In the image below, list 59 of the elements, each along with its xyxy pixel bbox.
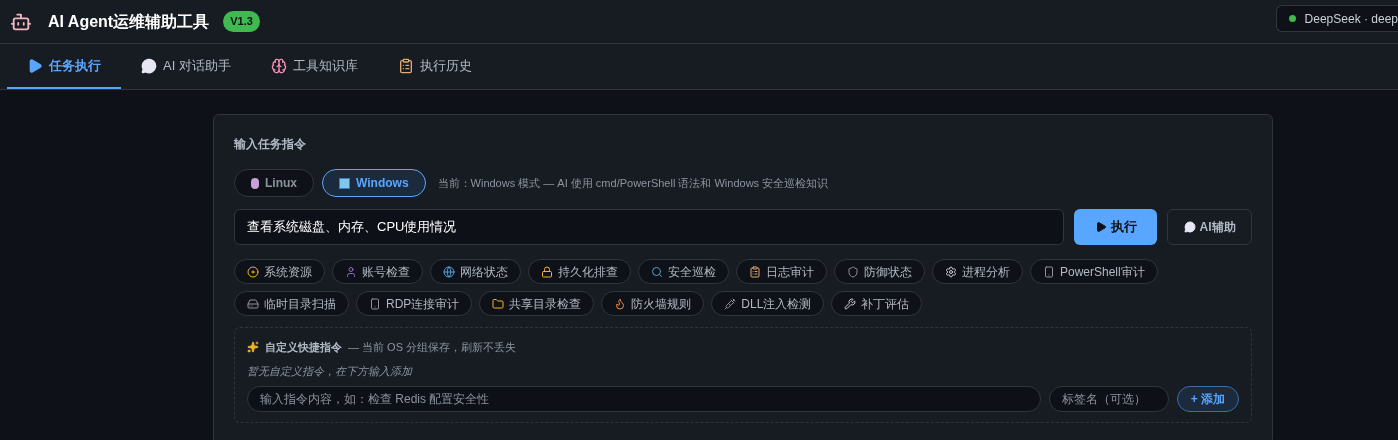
user-icon	[345, 265, 357, 278]
tag-name-input[interactable]: 标签名（可选）	[1049, 386, 1169, 412]
flame-icon	[614, 297, 627, 310]
model-name: DeepSeek · deep	[1304, 10, 1398, 28]
speech-bubble-icon	[141, 57, 157, 74]
command-input[interactable]: 查看系统磁盘、内存、CPU使用情况	[234, 209, 1064, 245]
tab[interactable]: 执行历史	[377, 44, 492, 89]
os-toggle[interactable]: Windows	[322, 169, 426, 197]
tab[interactable]: 任务执行	[7, 44, 121, 89]
wrench-icon	[844, 297, 857, 310]
brain-icon	[270, 57, 287, 74]
clipboard-icon	[749, 265, 761, 278]
os-toggle[interactable]: Linux	[234, 169, 314, 197]
quick-command-chip[interactable]: 防火墙规则	[601, 291, 705, 316]
model-status-badge[interactable]: DeepSeek · deep	[1275, 5, 1398, 32]
quick-command-chip[interactable]: 共享目录检查	[479, 291, 595, 316]
clipboard-icon	[397, 57, 414, 74]
app-title: AI Agent运维辅助工具	[48, 11, 210, 32]
version-badge: V1.3	[223, 11, 260, 32]
quick-command-chip[interactable]: RDP连接审计	[356, 291, 473, 316]
syringe-icon	[724, 297, 737, 310]
disc-icon	[247, 265, 259, 278]
card-title: 输入任务指令	[234, 136, 307, 153]
custom-commands-title: 自定义快捷指令	[265, 340, 342, 355]
add-button[interactable]: + 添加	[1177, 386, 1239, 412]
ai-assist-button[interactable]: AI辅助	[1167, 209, 1252, 245]
drive-icon	[247, 297, 259, 310]
custom-commands-subtitle: — 当前 OS 分组保存，刷新不丢失	[348, 340, 517, 355]
play-icon	[1094, 221, 1107, 233]
quick-command-chip[interactable]: 持久化排查	[528, 259, 631, 284]
folder-icon	[492, 297, 505, 310]
quick-command-chip[interactable]: 补丁评估	[831, 291, 923, 316]
tab[interactable]: 工具知识库	[250, 44, 378, 89]
os-mode-note: 当前：Windows 模式 — AI 使用 cmd/PowerShell 语法和 Windows 安全巡检知识	[437, 175, 829, 191]
quick-command-chip[interactable]: 进程分析	[932, 259, 1023, 284]
quick-command-chip[interactable]: 安全巡检	[638, 259, 729, 284]
quick-command-chip[interactable]: 防御状态	[834, 259, 925, 284]
tab[interactable]: AI 对话助手	[121, 44, 251, 89]
gear-icon	[945, 265, 957, 278]
sparkle-icon	[247, 341, 259, 354]
globe-icon	[443, 265, 455, 278]
phone-icon	[1043, 265, 1055, 278]
execute-button[interactable]: 执行	[1074, 209, 1157, 245]
quick-command-chip[interactable]: 账号检查	[332, 259, 423, 284]
quick-command-chip[interactable]: 临时目录扫描	[234, 291, 349, 316]
quick-command-chip[interactable]: 系统资源	[234, 259, 325, 284]
search-icon	[651, 265, 663, 278]
speech-bubble-icon	[1183, 221, 1196, 233]
empty-note: 暂无自定义指令，在下方输入添加	[247, 363, 414, 379]
lock-icon	[541, 265, 553, 278]
custom-command-input[interactable]: 输入指令内容，如：检查 Redis 配置安全性	[247, 386, 1041, 412]
quick-command-chip[interactable]: DLL注入检测	[711, 291, 825, 316]
window-icon	[339, 177, 350, 189]
shield-icon	[847, 265, 859, 278]
quick-command-chip[interactable]: 网络状态	[430, 259, 521, 284]
quick-command-chip[interactable]: PowerShell审计	[1030, 259, 1158, 284]
phone-icon	[369, 297, 381, 310]
play-icon	[27, 57, 43, 74]
quick-command-chip[interactable]: 日志审计	[736, 259, 827, 284]
